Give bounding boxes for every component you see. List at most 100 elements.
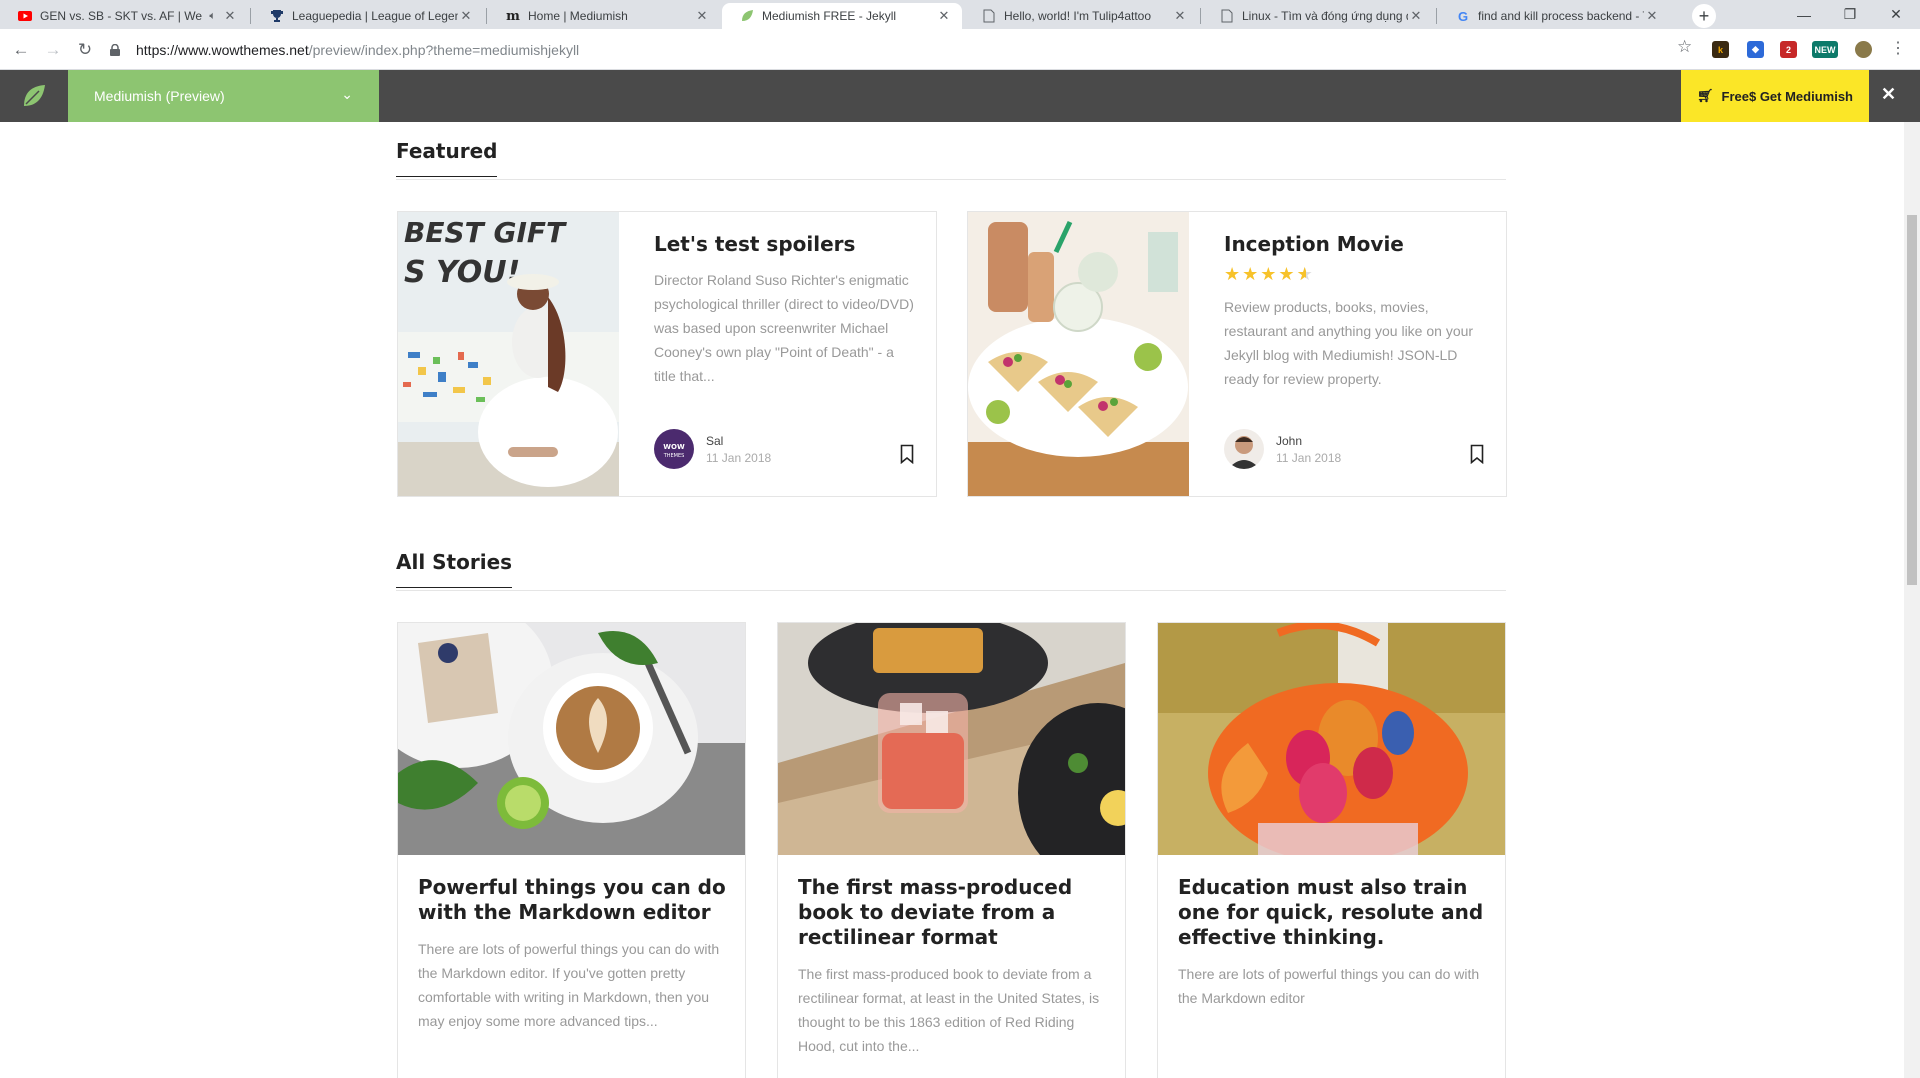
get-mediumish-button[interactable]: 🛒︎ Free$ Get Mediumish bbox=[1681, 70, 1869, 122]
rating-stars: ★★★★★★ bbox=[1224, 264, 1484, 285]
story-excerpt: There are lots of powerful things you ca… bbox=[1178, 966, 1480, 1006]
svg-text:S YOU!: S YOU! bbox=[404, 255, 520, 290]
cart-icon: 🛒︎ bbox=[1697, 88, 1714, 103]
post-date: 11 Jan 2018 bbox=[1276, 450, 1342, 465]
featured-card[interactable]: BEST GIFT S YOU! Let's test spoilers Dir… bbox=[397, 211, 937, 497]
bookmark-icon[interactable] bbox=[900, 444, 914, 464]
story-excerpt: The first mass-produced book to deviate … bbox=[798, 966, 1100, 1054]
new-tab-button[interactable]: + bbox=[1692, 4, 1716, 28]
all-stories-section-header: All Stories bbox=[396, 549, 1506, 591]
star-half-icon: ★★ bbox=[1296, 264, 1315, 284]
tab-title: Leaguepedia | League of Legend bbox=[292, 9, 458, 23]
extension-new-icon[interactable]: NEW bbox=[1812, 41, 1838, 58]
browser-toolbar: ← → ↻ https://www.wowthemes.net/preview/… bbox=[0, 29, 1920, 70]
tab-2[interactable]: Leaguepedia | League of Legend ✕ bbox=[252, 3, 484, 29]
back-button[interactable]: ← bbox=[8, 37, 34, 63]
tab-title: Hello, world! I'm Tulip4attoo bbox=[1004, 9, 1152, 23]
star-icon: ★ bbox=[1260, 264, 1279, 284]
story-image-coffee[interactable] bbox=[398, 623, 745, 855]
tab-title: Home | Mediumish bbox=[528, 9, 628, 23]
lock-icon bbox=[110, 43, 122, 56]
tab-5[interactable]: Hello, world! I'm Tulip4attoo ✕ bbox=[964, 3, 1198, 29]
story-card-body: Education must also train one for quick,… bbox=[1178, 875, 1488, 1010]
browser-menu-icon[interactable]: ⋮ bbox=[1890, 38, 1906, 58]
avatar[interactable]: WOW THEMES bbox=[654, 429, 694, 469]
close-preview-bar-icon[interactable]: ✕ bbox=[1881, 84, 1896, 105]
story-excerpt: There are lots of powerful things you ca… bbox=[418, 941, 720, 1029]
close-icon[interactable]: ✕ bbox=[936, 8, 952, 24]
extension-shield-icon[interactable]: 2 bbox=[1780, 41, 1797, 58]
tab-1[interactable]: GEN vs. SB - SKT vs. AF | We 🔈︎ ✕ bbox=[0, 3, 248, 29]
close-icon[interactable]: ✕ bbox=[1408, 8, 1424, 24]
story-title[interactable]: Powerful things you can do with the Mark… bbox=[418, 875, 728, 925]
url-host: https://www.wowthemes.net bbox=[136, 41, 309, 58]
leaf-logo-icon[interactable] bbox=[0, 70, 68, 122]
featured-image-tacos[interactable] bbox=[968, 212, 1189, 496]
featured-card-body: Inception Movie ★★★★★★ Review products, … bbox=[1224, 232, 1484, 391]
tab-title: find and kill process backend - T bbox=[1478, 9, 1644, 23]
story-card[interactable]: Powerful things you can do with the Mark… bbox=[397, 622, 746, 1078]
restore-button[interactable]: ❐ bbox=[1827, 0, 1873, 29]
svg-text:BEST GIFT: BEST GIFT bbox=[404, 216, 567, 249]
featured-card[interactable]: Inception Movie ★★★★★★ Review products, … bbox=[967, 211, 1507, 497]
author-name[interactable]: John bbox=[1276, 434, 1341, 448]
close-icon[interactable]: ✕ bbox=[694, 8, 710, 24]
avatar[interactable] bbox=[1224, 429, 1264, 469]
extension-k-icon[interactable]: k bbox=[1712, 41, 1729, 58]
theme-select-label: Mediumish (Preview) bbox=[94, 88, 225, 104]
minimize-button[interactable]: — bbox=[1781, 0, 1827, 29]
story-image-easter-basket[interactable] bbox=[1158, 623, 1505, 855]
close-icon[interactable]: ✕ bbox=[1172, 8, 1188, 24]
close-icon[interactable]: ✕ bbox=[222, 8, 238, 24]
scrollbar-thumb[interactable] bbox=[1907, 215, 1917, 585]
get-mediumish-label: Free$ Get Mediumish bbox=[1721, 88, 1853, 104]
browser-tab-strip: GEN vs. SB - SKT vs. AF | We 🔈︎ ✕ League… bbox=[0, 0, 1920, 29]
trophy-icon bbox=[270, 9, 284, 23]
featured-section-header: Featured bbox=[396, 138, 1506, 180]
page-icon bbox=[982, 9, 996, 23]
url-path: /preview/index.php?theme=mediumishjekyll bbox=[308, 41, 580, 58]
tab-4-active[interactable]: Mediumish FREE - Jekyll ✕ bbox=[722, 3, 962, 29]
story-title[interactable]: The first mass-produced book to deviate … bbox=[798, 875, 1108, 950]
tab-3[interactable]: m Home | Mediumish ✕ bbox=[488, 3, 720, 29]
featured-image-woman[interactable]: BEST GIFT S YOU! bbox=[398, 212, 619, 496]
profile-avatar-icon[interactable] bbox=[1855, 41, 1872, 58]
story-title[interactable]: Education must also train one for quick,… bbox=[1178, 875, 1488, 950]
featured-card-excerpt: Director Roland Suso Richter's enigmatic… bbox=[654, 272, 914, 384]
post-date: 11 Jan 2018 bbox=[706, 450, 772, 465]
bookmark-icon[interactable] bbox=[1470, 444, 1484, 464]
featured-card-excerpt: Review products, books, movies, restaura… bbox=[1224, 299, 1474, 387]
m-icon: m bbox=[506, 8, 520, 24]
featured-card-title[interactable]: Inception Movie bbox=[1224, 232, 1484, 256]
chevron-down-icon: ⌄ bbox=[341, 86, 353, 102]
author-name[interactable]: Sal bbox=[706, 434, 771, 448]
story-card-body: The first mass-produced book to deviate … bbox=[798, 875, 1108, 1058]
tab-divider bbox=[1436, 8, 1437, 24]
reload-button[interactable]: ↻ bbox=[72, 37, 98, 63]
author-meta: WOW THEMES Sal 11 Jan 2018 bbox=[654, 429, 771, 469]
tab-divider bbox=[250, 8, 251, 24]
close-icon[interactable]: ✕ bbox=[1644, 8, 1660, 24]
story-card[interactable]: The first mass-produced book to deviate … bbox=[777, 622, 1126, 1078]
youtube-icon bbox=[18, 9, 32, 23]
story-image-drink[interactable] bbox=[778, 623, 1125, 855]
close-icon[interactable]: ✕ bbox=[458, 8, 474, 24]
forward-button[interactable]: → bbox=[40, 37, 66, 63]
leaf-icon bbox=[740, 9, 754, 23]
address-bar[interactable]: https://www.wowthemes.net/preview/index.… bbox=[110, 35, 1705, 64]
speaker-icon: 🔈︎ bbox=[209, 9, 216, 22]
theme-preview-bar: Mediumish (Preview) ⌄ 🛒︎ Free$ Get Mediu… bbox=[0, 70, 1920, 122]
tab-title: Linux - Tìm và đóng ứng dụng đ bbox=[1242, 9, 1408, 23]
extension-diamond-icon[interactable]: ◆ bbox=[1747, 41, 1764, 58]
bookmark-star-icon[interactable]: ☆ bbox=[1677, 37, 1692, 57]
tab-6[interactable]: Linux - Tìm và đóng ứng dụng đ ✕ bbox=[1202, 3, 1434, 29]
page-content: Featured BEST GIFT S YOU! Let's test spo… bbox=[0, 122, 1904, 1078]
window-close-button[interactable]: ✕ bbox=[1873, 0, 1919, 29]
featured-card-title[interactable]: Let's test spoilers bbox=[654, 232, 914, 256]
story-card[interactable]: Education must also train one for quick,… bbox=[1157, 622, 1506, 1078]
page-icon bbox=[1220, 9, 1234, 23]
tab-divider bbox=[1200, 8, 1201, 24]
tab-7[interactable]: G find and kill process backend - T ✕ bbox=[1438, 3, 1670, 29]
theme-select[interactable]: Mediumish (Preview) ⌄ bbox=[68, 70, 379, 122]
tab-divider bbox=[486, 8, 487, 24]
